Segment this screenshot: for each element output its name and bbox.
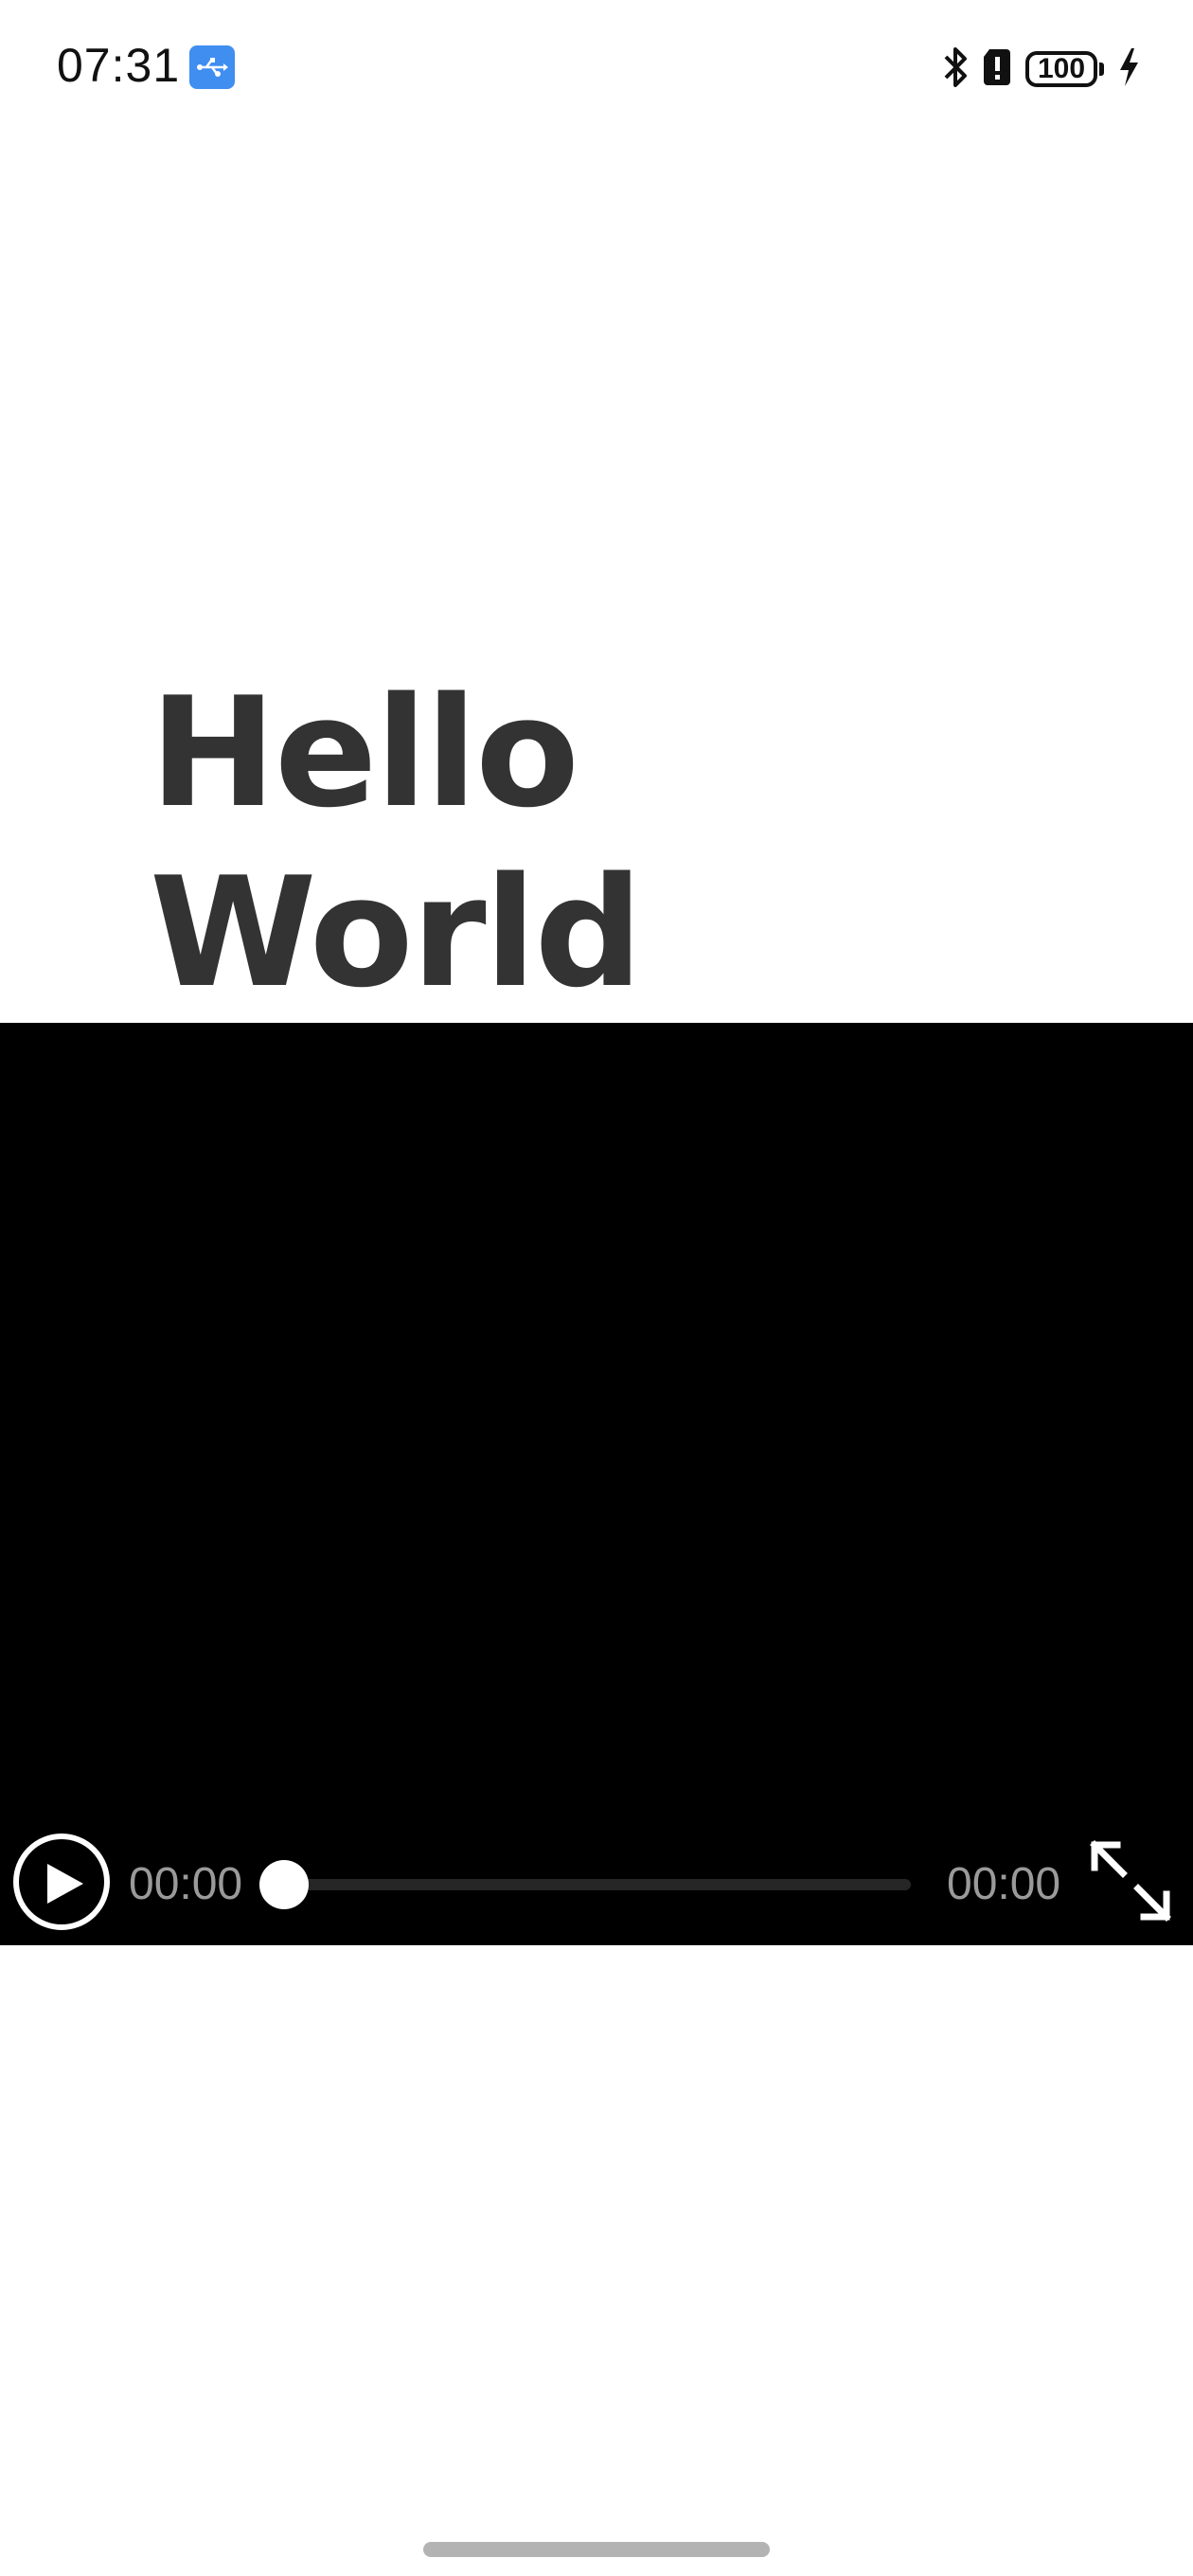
fullscreen-button[interactable] [1085, 1835, 1176, 1926]
current-time: 00:00 [129, 1859, 243, 1909]
total-time: 00:00 [947, 1859, 1061, 1909]
app-screen: 07:31 100 Hello World 00:00 00:00 [0, 0, 1193, 2576]
charging-bolt-icon [1117, 46, 1140, 93]
battery-level: 100 [1025, 51, 1097, 87]
battery-icon: 100 [1025, 51, 1104, 87]
play-icon [47, 1864, 83, 1904]
video-player[interactable]: 00:00 00:00 [0, 1023, 1193, 1945]
status-icons: 100 [942, 45, 1140, 93]
fullscreen-expand-icon [1090, 1840, 1171, 1922]
play-button[interactable] [13, 1834, 110, 1930]
bluetooth-icon [942, 45, 969, 94]
video-controls: 00:00 00:00 [0, 1813, 1193, 1945]
status-time: 07:31 [57, 39, 181, 92]
status-bar: 07:31 100 [0, 0, 1193, 133]
home-indicator[interactable] [423, 2542, 770, 2557]
usb-icon [189, 45, 235, 89]
seek-thumb[interactable] [259, 1860, 309, 1909]
sim-alert-icon [982, 47, 1012, 92]
seek-bar[interactable] [259, 1860, 911, 1909]
